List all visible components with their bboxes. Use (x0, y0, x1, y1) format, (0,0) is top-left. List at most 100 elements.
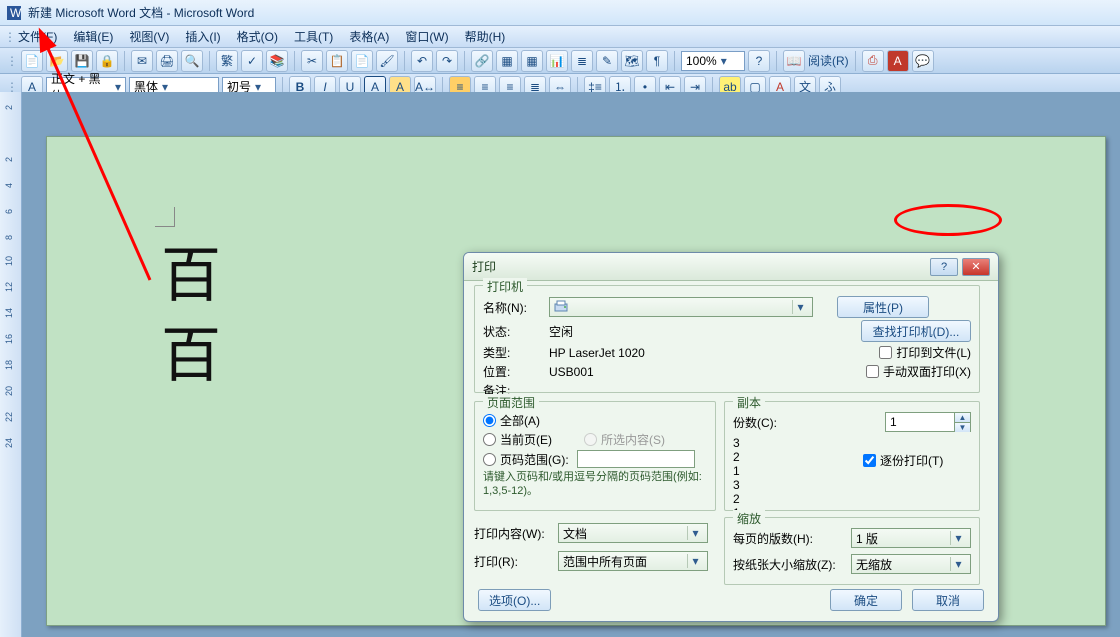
menu-format[interactable]: 格式(O) (229, 26, 286, 47)
dialog-title: 打印 (472, 258, 496, 275)
drawing-icon[interactable]: ✎ (596, 50, 618, 72)
range-all-radio[interactable]: 全部(A) (483, 412, 540, 429)
chinese-convert-icon[interactable]: 繁 (216, 50, 238, 72)
range-pages-radio[interactable]: 页码范围(G): (483, 451, 569, 468)
svg-text:W: W (10, 6, 22, 20)
print-which-label: 打印(R): (474, 553, 550, 570)
undo-icon[interactable]: ↶ (411, 50, 433, 72)
cancel-button[interactable]: 取消 (912, 589, 984, 611)
print-preview-icon[interactable]: 🔍 (181, 50, 203, 72)
copy-icon[interactable]: 📋 (326, 50, 348, 72)
dialog-help-button[interactable]: ? (930, 258, 958, 276)
reading-label[interactable]: 阅读(R) (808, 52, 849, 69)
menu-edit[interactable]: 编辑(E) (65, 26, 121, 47)
printer-location-value: USB001 (549, 365, 594, 379)
mail-icon[interactable]: ✉ (131, 50, 153, 72)
spinner-down-icon[interactable]: ▼ (954, 422, 970, 432)
chevron-down-icon: ▾ (687, 554, 703, 568)
menu-help[interactable]: 帮助(H) (457, 26, 514, 47)
insert-table-icon[interactable]: ▦ (521, 50, 543, 72)
menu-view[interactable]: 视图(V) (121, 26, 177, 47)
chevron-down-icon: ▾ (950, 557, 966, 571)
zoom-combo[interactable]: 100%▾ (681, 51, 745, 71)
window-titlebar: W 新建 Microsoft Word 文档 - Microsoft Word (0, 0, 1120, 26)
dialog-titlebar[interactable]: 打印 ? ✕ (464, 253, 998, 281)
zoom-value: 100% (686, 54, 717, 68)
redo-icon[interactable]: ↷ (436, 50, 458, 72)
zoom-legend: 缩放 (733, 510, 765, 527)
spellcheck-icon[interactable]: ✓ (241, 50, 263, 72)
word-app-icon: W (6, 5, 22, 21)
acrobat-comment-icon[interactable]: 💬 (912, 50, 934, 72)
ok-button[interactable]: 确定 (830, 589, 902, 611)
document-text-line-1: 百 (161, 227, 221, 314)
show-marks-icon[interactable]: ¶ (646, 50, 668, 72)
reading-layout-icon[interactable]: 📖 (783, 50, 805, 72)
menu-tools[interactable]: 工具(T) (286, 26, 341, 47)
print-content-value: 文档 (563, 525, 587, 542)
spinner-up-icon[interactable]: ▲ (954, 413, 970, 422)
print-to-file-checkbox[interactable]: 打印到文件(L) (879, 344, 971, 361)
menu-file[interactable]: 文件(F) (10, 26, 65, 47)
printer-location-label: 位置: (483, 363, 541, 380)
range-selection-radio: 所选内容(S) (584, 431, 665, 448)
window-title: 新建 Microsoft Word 文档 - Microsoft Word (28, 4, 254, 21)
document-text-line-2: 百 (161, 307, 221, 394)
options-button[interactable]: 选项(O)... (478, 589, 551, 611)
permissions-icon[interactable]: 🔒 (96, 50, 118, 72)
format-painter-icon[interactable]: 🖌 (376, 50, 398, 72)
copies-count-input[interactable] (886, 413, 954, 431)
save-icon[interactable]: 💾 (71, 50, 93, 72)
help-icon[interactable]: ? (748, 50, 770, 72)
scale-label: 按纸张大小缩放(Z): (733, 556, 843, 573)
copies-count-spinner[interactable]: ▲▼ (885, 412, 971, 432)
columns-icon[interactable]: ≣ (571, 50, 593, 72)
menu-insert[interactable]: 插入(I) (177, 26, 228, 47)
margin-corner-indicator (155, 207, 175, 227)
cut-icon[interactable]: ✂ (301, 50, 323, 72)
scale-value: 无缩放 (856, 556, 892, 573)
print-which-select[interactable]: 范围中所有页面▾ (558, 551, 708, 571)
manual-duplex-checkbox[interactable]: 手动双面打印(X) (866, 363, 971, 380)
new-doc-icon[interactable]: 📄 (21, 50, 43, 72)
collate-checkbox[interactable]: 逐份打印(T) (863, 452, 943, 469)
printer-status-label: 状态: (483, 323, 541, 340)
menu-bar: ⋮ 文件(F) 编辑(E) 视图(V) 插入(I) 格式(O) 工具(T) 表格… (0, 26, 1120, 48)
menu-window[interactable]: 窗口(W) (397, 26, 456, 47)
page-range-legend: 页面范围 (483, 394, 539, 411)
print-icon[interactable]: 🖨 (156, 50, 178, 72)
printer-status-value: 空闲 (549, 323, 573, 340)
print-content-select[interactable]: 文档▾ (558, 523, 708, 543)
dialog-close-button[interactable]: ✕ (962, 258, 990, 276)
chevron-down-icon: ▾ (950, 531, 966, 545)
paste-icon[interactable]: 📄 (351, 50, 373, 72)
toolbar-standard: ⋮ 📄 📂 💾 🔒 ✉ 🖨 🔍 繁 ✓ 📚 ✂ 📋 📄 🖌 ↶ ↷ 🔗 ▦ ▦ … (0, 48, 1120, 74)
research-icon[interactable]: 📚 (266, 50, 288, 72)
pdf-icon[interactable]: ⎙ (862, 50, 884, 72)
hyperlink-icon[interactable]: 🔗 (471, 50, 493, 72)
find-printer-button[interactable]: 查找打印机(D)... (861, 320, 971, 342)
per-sheet-value: 1 版 (856, 530, 878, 547)
scale-select[interactable]: 无缩放 ▾ (851, 554, 971, 574)
printer-name-label: 名称(N): (483, 299, 541, 316)
vertical-ruler[interactable]: 2 2 4 6 8 10 12 14 16 18 20 22 24 (0, 92, 22, 637)
print-content-label: 打印内容(W): (474, 525, 550, 542)
page-range-fieldset: 页面范围 全部(A) 当前页(E) 所选内容(S) 页码范围(G): 请键入页码… (474, 401, 716, 511)
chevron-down-icon: ▾ (792, 300, 808, 314)
range-hint: 请键入页码和/或用逗号分隔的页码范围(例如: 1,3,5-12)。 (483, 470, 707, 498)
copies-fieldset: 副本 份数(C): ▲▼ 3 2 1 (724, 401, 980, 511)
per-sheet-select[interactable]: 1 版 ▾ (851, 528, 971, 548)
zoom-fieldset: 缩放 每页的版数(H): 1 版▾ 按纸张大小缩放(Z): 无缩放▾ (724, 517, 980, 585)
range-pages-input[interactable] (577, 450, 695, 468)
tables-borders-icon[interactable]: ▦ (496, 50, 518, 72)
printer-name-select[interactable]: ▾ (549, 297, 813, 317)
acrobat-icon[interactable]: A (887, 50, 909, 72)
docmap-icon[interactable]: 🗺 (621, 50, 643, 72)
copies-legend: 副本 (733, 394, 765, 411)
printer-icon (554, 300, 568, 314)
open-icon[interactable]: 📂 (46, 50, 68, 72)
range-current-radio[interactable]: 当前页(E) (483, 431, 552, 448)
printer-properties-button[interactable]: 属性(P) (837, 296, 929, 318)
insert-worksheet-icon[interactable]: 📊 (546, 50, 568, 72)
menu-table[interactable]: 表格(A) (341, 26, 397, 47)
